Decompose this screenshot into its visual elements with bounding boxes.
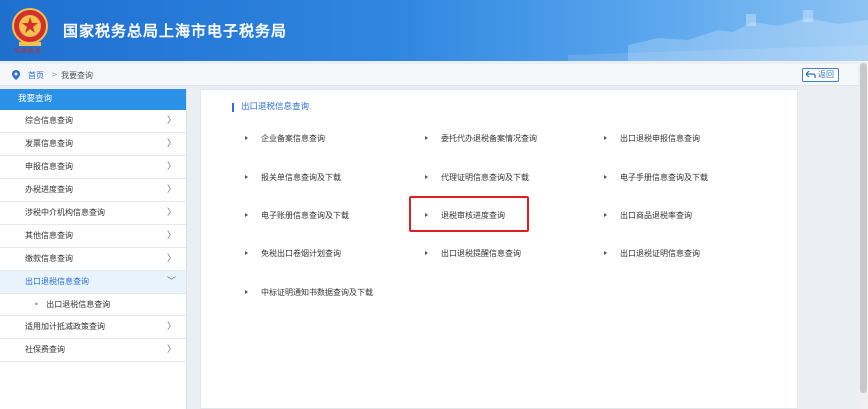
link-rebate-reminder[interactable]: 出口退税提醒信息查询 — [425, 248, 521, 259]
main-panel: 出口退税信息查询 企业备案信息查询 委托代办退税备案情况查询 出口退税申报信息查… — [200, 89, 798, 409]
back-arrow-icon — [806, 71, 816, 79]
chevron-right-icon: 〉 — [166, 116, 176, 126]
link-cigarette-plan[interactable]: 免税出口卷烟计划查询 — [245, 248, 341, 259]
link-agency-certificate[interactable]: 代理证明信息查询及下载 — [425, 172, 529, 183]
breadcrumb-current: 我要查询 — [61, 71, 93, 80]
link-label: 出口商品退税率查询 — [620, 211, 692, 220]
link-enterprise-filing[interactable]: 企业备案信息查询 — [245, 133, 325, 144]
sidebar-item-label: 涉税中介机构信息查询 — [25, 208, 105, 217]
link-label: 电子手册信息查询及下载 — [620, 173, 708, 182]
sidebar-item-progress[interactable]: 办税进度查询 〉 — [0, 179, 186, 202]
back-button-label: 返回 — [818, 70, 834, 79]
link-entrusted-filing[interactable]: 委托代办退税备案情况查询 — [425, 133, 537, 144]
sidebar-subitem-bullet: • — [34, 300, 39, 309]
sidebar-item-agency[interactable]: 涉税中介机构信息查询 〉 — [0, 202, 186, 225]
breadcrumb: 首页 > 我要查询 返回 — [0, 64, 858, 86]
sidebar-item-label: 缴款信息查询 — [25, 254, 73, 263]
sidebar-item-deduction-policy[interactable]: 适用加计抵减政策查询 〉 — [0, 316, 186, 339]
sidebar-item-export-rebate[interactable]: 出口退税信息查询 ﹀ — [0, 271, 186, 294]
sidebar-item-invoice[interactable]: 发票信息查询 〉 — [0, 133, 186, 156]
sidebar-item-social-security[interactable]: 社保费查询 〉 — [0, 339, 186, 362]
sidebar-title: 我要查询 — [0, 89, 186, 110]
chevron-right-icon: 〉 — [166, 185, 176, 195]
link-electronic-manual[interactable]: 电子手册信息查询及下载 — [604, 172, 708, 183]
great-wall-decoration — [568, 10, 868, 61]
sidebar-item-label: 社保费查询 — [25, 345, 65, 354]
link-rebate-rate[interactable]: 出口商品退税率查询 — [604, 210, 692, 221]
bullet-icon — [425, 251, 428, 255]
bullet-icon — [425, 175, 428, 179]
link-label: 中标证明通知书数据查询及下载 — [261, 288, 373, 297]
sidebar-item-label: 适用加计抵减政策查询 — [25, 322, 105, 331]
bullet-icon — [425, 136, 428, 140]
sidebar-item-label: 申报信息查询 — [25, 162, 73, 171]
chevron-right-icon: 〉 — [166, 231, 176, 241]
link-label: 企业备案信息查询 — [261, 134, 325, 143]
bullet-icon — [604, 213, 607, 217]
chevron-down-icon: ﹀ — [166, 277, 176, 287]
sidebar-subitem-label: 出口退税信息查询 — [46, 300, 111, 309]
emblem-text: 中国税务 — [14, 48, 43, 55]
bullet-icon — [604, 175, 607, 179]
scrollbar-thumb[interactable] — [860, 63, 867, 393]
chevron-right-icon: 〉 — [166, 139, 176, 149]
chevron-right-icon: 〉 — [166, 208, 176, 218]
breadcrumb-separator: > — [51, 70, 58, 79]
link-label: 出口退税申报信息查询 — [620, 134, 700, 143]
bullet-icon — [245, 213, 248, 217]
chevron-right-icon: 〉 — [166, 254, 176, 264]
sidebar-item-label: 其他信息查询 — [25, 231, 73, 240]
location-pin-icon — [12, 70, 20, 80]
link-rebate-certificate[interactable]: 出口退税证明信息查询 — [604, 248, 700, 259]
chevron-right-icon: 〉 — [166, 322, 176, 332]
back-button[interactable]: 返回 — [802, 68, 839, 82]
link-label: 电子账册信息查询及下载 — [261, 211, 349, 220]
site-header: 中国税务 国家税务总局上海市电子税务局 — [0, 0, 868, 61]
chevron-right-icon: 〉 — [166, 345, 176, 355]
sidebar-item-label: 发票信息查询 — [25, 139, 73, 148]
section-title: 出口退税信息查询 — [232, 103, 309, 112]
link-rebate-declaration[interactable]: 出口退税申报信息查询 — [604, 133, 700, 144]
chevron-right-icon: 〉 — [166, 162, 176, 172]
bullet-icon — [604, 136, 607, 140]
sidebar: 我要查询 综合信息查询 〉 发票信息查询 〉 申报信息查询 〉 办税进度查询 〉… — [0, 89, 187, 409]
bullet-icon — [604, 251, 607, 255]
sidebar-item-label: 出口退税信息查询 — [25, 277, 89, 286]
link-bid-notice[interactable]: 中标证明通知书数据查询及下载 — [245, 287, 373, 298]
bullet-icon — [245, 290, 248, 294]
sidebar-item-comprehensive[interactable]: 综合信息查询 〉 — [0, 110, 186, 133]
link-label: 出口退税提醒信息查询 — [441, 249, 521, 258]
bullet-icon — [245, 136, 248, 140]
highlight-box — [409, 196, 529, 232]
page-scrollbar[interactable] — [859, 61, 868, 409]
breadcrumb-home-link[interactable]: 首页 — [28, 70, 44, 81]
bullet-icon — [245, 251, 248, 255]
sidebar-item-other[interactable]: 其他信息查询 〉 — [0, 225, 186, 248]
link-label: 代理证明信息查询及下载 — [441, 173, 529, 182]
link-customs-declaration[interactable]: 报关单信息查询及下载 — [245, 172, 341, 183]
link-label: 免税出口卷烟计划查询 — [261, 249, 341, 258]
sidebar-item-payment[interactable]: 缴款信息查询 〉 — [0, 248, 186, 271]
sidebar-item-label: 综合信息查询 — [25, 116, 73, 125]
sidebar-item-declaration[interactable]: 申报信息查询 〉 — [0, 156, 186, 179]
sidebar-item-label: 办税进度查询 — [25, 185, 73, 194]
link-electronic-ledger[interactable]: 电子账册信息查询及下载 — [245, 210, 349, 221]
site-title: 国家税务总局上海市电子税务局 — [63, 22, 288, 40]
bullet-icon — [245, 175, 248, 179]
sidebar-subitem-export-rebate[interactable]: • 出口退税信息查询 — [0, 294, 186, 316]
link-label: 委托代办退税备案情况查询 — [441, 134, 537, 143]
link-label: 出口退税证明信息查询 — [620, 249, 700, 258]
link-label: 报关单信息查询及下载 — [261, 173, 341, 182]
